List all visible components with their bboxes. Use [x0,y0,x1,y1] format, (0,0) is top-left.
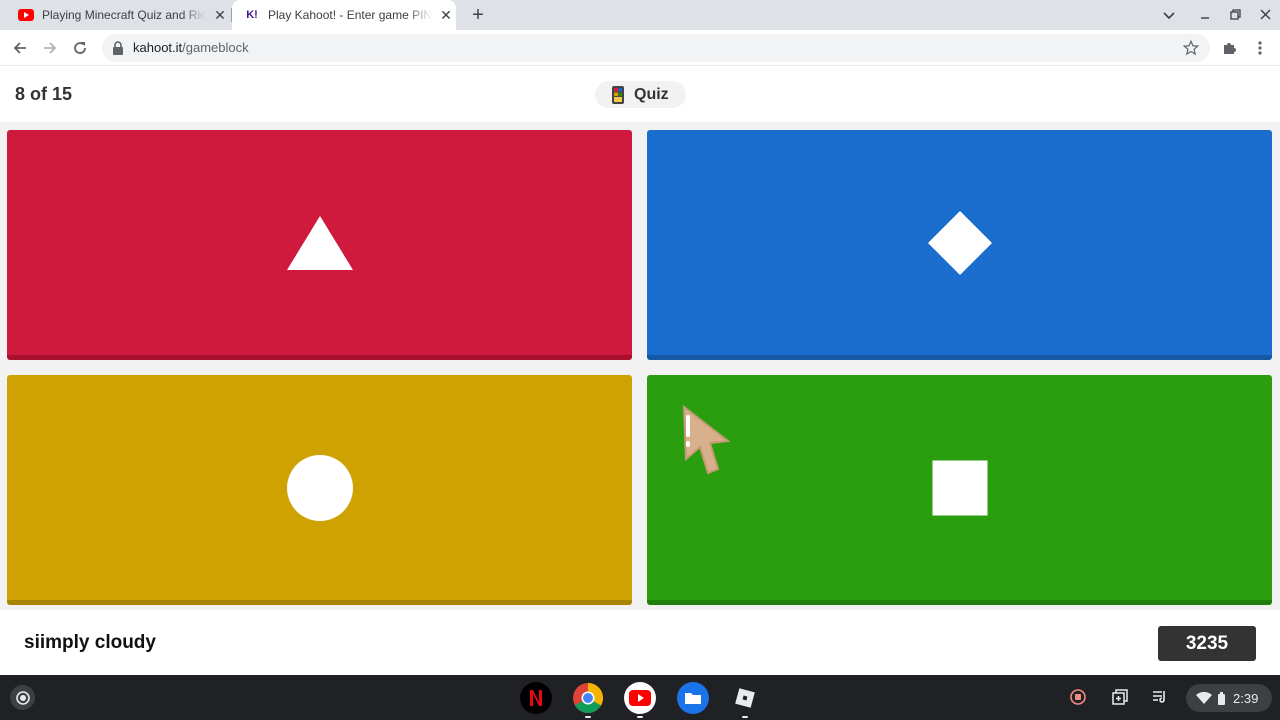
tab-kahoot[interactable]: K! Play Kahoot! - Enter game PIN here ✕ [232,0,456,30]
answer-button-triangle[interactable] [7,130,632,360]
netflix-icon [530,690,542,706]
chrome-app[interactable] [572,682,604,718]
quiz-icon [612,85,624,104]
forward-arrow-icon [44,42,57,54]
roblox-icon [735,688,755,708]
quiz-type-label: Quiz [634,85,669,103]
browser-toolbar: kahoot.it/gameblock [0,30,1280,66]
youtube-icon [629,690,651,706]
reload-button[interactable] [68,36,92,60]
question-counter: 8 of 15 [15,84,73,104]
youtube-app[interactable] [624,682,656,718]
bookmark-star-icon[interactable] [1182,39,1200,57]
battery-icon [1218,691,1225,705]
extensions-button[interactable] [1217,36,1241,60]
browser-tab-strip: Playing Minecraft Quiz and Riddles ✕ K! … [0,0,1280,30]
menu-button[interactable] [1248,36,1272,60]
mouse-pointer-icon [682,404,731,475]
tab-title: Play Kahoot! - Enter game PIN here [268,8,432,22]
roblox-app[interactable] [729,682,761,718]
close-window-button[interactable] [1255,5,1275,25]
game-header: 8 of 15 Quiz [0,66,1280,122]
running-indicator [585,716,591,718]
tab-title: Playing Minecraft Quiz and Riddles [42,8,206,22]
url-text: kahoot.it/gameblock [133,40,249,55]
queue-music-icon [1153,691,1165,703]
tab-minecraft-quiz[interactable]: Playing Minecraft Quiz and Riddles ✕ [10,0,230,30]
lock-icon[interactable] [112,41,124,55]
files-app[interactable] [677,682,709,714]
netflix-app[interactable] [520,682,552,714]
address-bar[interactable]: kahoot.it/gameblock [102,34,1210,62]
clipboard-icon [1112,689,1128,705]
answer-button-diamond[interactable] [647,130,1272,360]
media-controls-button[interactable] [1149,686,1171,708]
player-bar: siimply cloudy 3235 [0,610,1280,675]
clipboard-tray-button[interactable] [1109,686,1131,708]
player-score: 3235 [1158,626,1256,661]
wifi-icon [1196,692,1212,704]
status-area[interactable]: 2:39 [1186,684,1272,712]
forward-button[interactable] [38,36,62,60]
os-shelf: 2:39 [0,675,1280,720]
record-icon [1070,689,1086,705]
tab-close-icon[interactable]: ✕ [212,7,228,23]
diamond-icon [927,210,992,275]
back-button[interactable] [8,36,32,60]
kahoot-icon: K! [246,9,258,21]
files-icon [685,693,701,704]
launcher-circle-icon [15,690,30,705]
minimize-button[interactable] [1195,5,1215,25]
launcher-button[interactable] [10,685,35,710]
answer-button-circle[interactable] [7,375,632,605]
triangle-icon [286,215,353,270]
back-arrow-icon [13,42,26,54]
restore-button[interactable] [1225,5,1245,25]
tab-search-chevron-down-icon[interactable] [1159,5,1179,25]
chrome-icon [573,683,604,714]
circle-icon [286,454,353,521]
puzzle-icon [1224,43,1236,54]
clock: 2:39 [1233,690,1259,706]
screen-record-button[interactable] [1067,686,1089,708]
player-nickname: siimply cloudy [24,632,156,653]
quiz-type-badge: Quiz [595,81,686,108]
answer-button-square[interactable] [647,375,1272,605]
tab-close-icon[interactable]: ✕ [438,7,454,23]
running-indicator [742,716,748,718]
new-tab-button[interactable]: + [468,5,488,25]
answer-grid [0,124,1280,610]
more-vertical-icon [1258,41,1262,55]
youtube-icon [18,7,34,23]
running-indicator [637,716,643,718]
reload-icon [74,42,86,54]
square-icon [932,460,987,515]
